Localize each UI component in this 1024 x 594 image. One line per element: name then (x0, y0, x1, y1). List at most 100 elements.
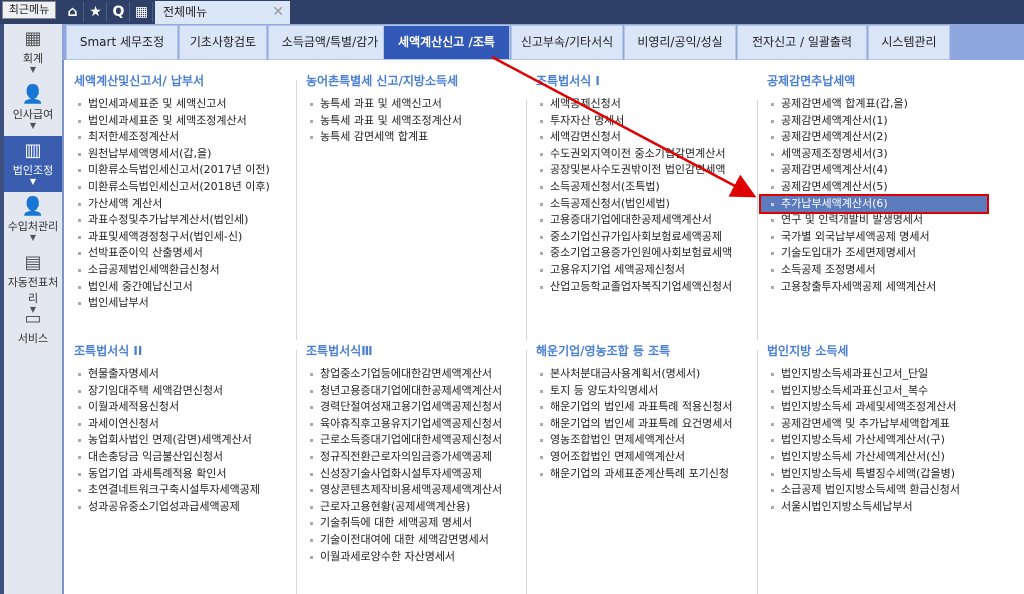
tab-smart-tax[interactable]: Smart 세무조정 (66, 25, 178, 60)
menu-item[interactable]: 서울시법인지방소득세납부서 (767, 499, 997, 516)
menu-item[interactable]: 초연결네트워크구축시설투자세액공제 (74, 482, 304, 499)
menu-item[interactable]: 법인지방소득세 과세및세액조정계산서 (767, 399, 997, 416)
menu-item[interactable]: 토지 등 양도차익명세서 (536, 383, 766, 400)
menu-item[interactable]: 고용증대기업에대한공제세액계산서 (536, 212, 766, 229)
tab-report-attach[interactable]: 신고부속/기타서식 (511, 25, 623, 60)
menu-item[interactable]: 기술이전대여에 대한 세액감면명세서 (306, 532, 536, 549)
calendar-icon[interactable]: ▦ (131, 2, 153, 22)
menu-item[interactable]: 공제감면세액계산서(4) (767, 162, 997, 179)
menu-item[interactable]: 본사처분대금사용계획서(명세서) (536, 366, 766, 383)
menu-item[interactable]: 동업기업 과세특례적용 확인서 (74, 466, 304, 483)
menu-item[interactable]: 신성장기술사업화시설투자세액공제 (306, 466, 536, 483)
menu-item[interactable]: 연구 및 인력개발비 발생명세서 (767, 212, 997, 229)
menu-item[interactable]: 투자자산 명세서 (536, 113, 766, 130)
menu-item[interactable]: 해운기업의 법인세 과표특례 적용신청서 (536, 399, 766, 416)
menu-item[interactable]: 법인지방소득세과표신고서_복수 (767, 383, 997, 400)
menu-item[interactable]: 법인지방소득세 가산세액계산서(구) (767, 432, 997, 449)
menu-item[interactable]: 원천납부세액명세서(갑,을) (74, 146, 304, 163)
chevron-down-icon: ▼ (29, 65, 37, 74)
menu-item[interactable]: 소득공제 조정명세서 (767, 262, 997, 279)
menu-item[interactable]: 소득공제신청서(조특법) (536, 179, 766, 196)
menu-item[interactable]: 선박표준이익 산출명세서 (74, 245, 304, 262)
menu-item[interactable]: 공제감면세액계산서(2) (767, 129, 997, 146)
menu-item[interactable]: 농특세 감면세액 합계표 (306, 129, 536, 146)
menu-item[interactable]: 청년고용증대기업에대한공제세액계산서 (306, 383, 536, 400)
menu-item[interactable]: 장기임대주택 세액감면신청서 (74, 383, 304, 400)
menu-item[interactable]: 공장및본사수도권밖이전 법인감면세액 (536, 162, 766, 179)
menu-item[interactable]: 최저한세조정계산서 (74, 129, 304, 146)
menu-item[interactable]: 중소기업고용증가인원에사회보험료세액 (536, 245, 766, 262)
menu-item[interactable]: 현물출자명세서 (74, 366, 304, 383)
sidebar-item-service[interactable]: ▭ 서비스 (4, 304, 62, 360)
menu-item[interactable]: 해운기업의 법인세 과표특례 요건명세서 (536, 416, 766, 433)
recent-menu-button[interactable]: 최근메뉴 (2, 1, 56, 19)
menu-item[interactable]: 기술취득에 대한 세액공제 명세서 (306, 515, 536, 532)
tab-system[interactable]: 시스템관리 (868, 25, 950, 60)
menu-item[interactable]: 이월과세적용신청서 (74, 399, 304, 416)
menu-item[interactable]: 세액공제조정명세서(3) (767, 146, 997, 163)
menu-item[interactable]: 소득공제신청서(법인세법) (536, 196, 766, 213)
menu-item[interactable]: 법인세과세표준 및 세액조정계산서 (74, 113, 304, 130)
sidebar-item-accounting[interactable]: ▦ 회계 ▼ (4, 24, 62, 80)
menu-item[interactable]: 성과공유중소기업성과급세액공제 (74, 499, 304, 516)
menu-item[interactable]: 경력단절여성재고용기업세액공제신청서 (306, 399, 536, 416)
menu-item[interactable]: 과세이연신청서 (74, 416, 304, 433)
menu-item[interactable]: 법인세납부서 (74, 295, 304, 312)
menu-item[interactable]: 공제감면세액계산서(5) (767, 179, 997, 196)
menu-item[interactable]: 공제감면세액계산서(1) (767, 113, 997, 130)
menu-item[interactable]: 정규직전환근로자의임금증가세액공제 (306, 449, 536, 466)
close-icon[interactable]: ✕ (272, 1, 284, 23)
menu-item[interactable]: 고용창출투자세액공제 세액계산서 (767, 279, 997, 296)
search-icon[interactable]: Q (108, 2, 130, 22)
menu-item-selected[interactable]: 추가납부세액계산서(6) (759, 193, 989, 215)
menu-item[interactable]: 영농조합법인 면제세액계산서 (536, 432, 766, 449)
menu-item[interactable]: 법인세과세표준 및 세액신고서 (74, 96, 304, 113)
menu-item[interactable]: 법인지방소득세 특별징수세액(갑을병) (767, 466, 997, 483)
section-heading: 공제감면추납세액 (767, 74, 856, 88)
menu-item[interactable]: 영어조합법인 면제세액계산서 (536, 449, 766, 466)
menu-item[interactable]: 농업회사법인 면제(감면)세액계산서 (74, 432, 304, 449)
menu-item[interactable]: 국가별 외국납부세액공제 명세서 (767, 229, 997, 246)
sidebar-item-corporate-adjust[interactable]: ▥ 법인조정 ▼ (4, 136, 62, 192)
menu-item[interactable]: 세액공제신청서 (536, 96, 766, 113)
star-icon[interactable]: ★ (85, 2, 107, 22)
menu-item[interactable]: 수도권외지역이전 중소기업감면계산서 (536, 146, 766, 163)
menu-item[interactable]: 법인지방소득세과표신고서_단일 (767, 366, 997, 383)
menu-item[interactable]: 미환류소득법인세신고서(2017년 이전) (74, 162, 304, 179)
menu-item[interactable]: 미환류소득법인세신고서(2018년 이후) (74, 179, 304, 196)
menu-item[interactable]: 근로소득증대기업에대한세액공제신청서 (306, 432, 536, 449)
menu-item[interactable]: 창업중소기업등에대한감면세액계산서 (306, 366, 536, 383)
tab-nonprofit[interactable]: 비영리/공익/성실 (624, 25, 736, 60)
menu-item[interactable]: 육아휴직후고용유지기업세액공제신청서 (306, 416, 536, 433)
sidebar-item-income-management[interactable]: 👤 수입처관리 ▼ (4, 192, 62, 248)
sidebar-item-payroll[interactable]: 👤 인사급여 ▼ (4, 80, 62, 136)
menu-item[interactable]: 공제감면세액 합계표(갑,을) (767, 96, 997, 113)
menu-item[interactable]: 법인세 중간예납신고서 (74, 279, 304, 296)
menu-item[interactable]: 이월과세로양수한 자산명세서 (306, 549, 536, 566)
sidebar-item-auto-voucher[interactable]: ▤ 자동전표처리 ▼ (4, 248, 62, 314)
menu-item[interactable]: 기술도입대가 조세면제명세서 (767, 245, 997, 262)
menu-item[interactable]: 대손충당금 익금불산입신청서 (74, 449, 304, 466)
menu-item[interactable]: 소급공제법인세액환급신청서 (74, 262, 304, 279)
tab-tax-calc[interactable]: 세액계산신고 /조특 (383, 25, 510, 60)
menu-item[interactable]: 가산세액 계산서 (74, 196, 304, 213)
menu-item[interactable]: 근로자고용현황(공제세액계산용) (306, 499, 536, 516)
tab-basic-review[interactable]: 기초사항검토 (179, 25, 267, 60)
menu-item[interactable]: 고용유지기업 세액공제신청서 (536, 262, 766, 279)
home-icon[interactable]: ⌂ (62, 2, 84, 22)
menu-item[interactable]: 중소기업신규가입사회보험료세액공제 (536, 229, 766, 246)
menu-item[interactable]: 공제감면세액 및 추가납부세액합계표 (767, 416, 997, 433)
menu-item[interactable]: 산업고등학교졸업자복직기업세액신청서 (536, 279, 766, 296)
menu-item[interactable]: 법인지방소득세 가산세액계산서(신) (767, 449, 997, 466)
menu-item[interactable]: 농특세 과표 및 세액신고서 (306, 96, 536, 113)
menu-item[interactable]: 영상콘텐츠제작비용세액공제세액계산서 (306, 482, 536, 499)
menu-item[interactable]: 소급공제 법인지방소득세액 환급신청서 (767, 482, 997, 499)
tab-e-filing[interactable]: 전자신고 / 일괄출력 (737, 25, 867, 60)
menu-item[interactable]: 과표수정및추가납부계산서(법인세) (74, 212, 304, 229)
menu-item[interactable]: 해운기업의 과세표준계산특례 포기신청 (536, 466, 766, 483)
menu-item[interactable]: 세액감면신청서 (536, 129, 766, 146)
menu-item[interactable]: 농특세 과표 및 세액조정계산서 (306, 113, 536, 130)
menu-item[interactable]: 과표및세액경정청구서(법인세-신) (74, 229, 304, 246)
tab-income-special[interactable]: 소득금액/특별/감가 (268, 25, 392, 60)
tab-all-menu[interactable]: 전체메뉴 ✕ (155, 1, 290, 24)
